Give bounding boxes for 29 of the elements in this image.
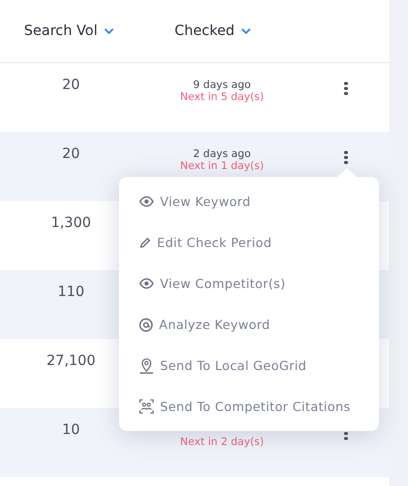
next-check: Next in 1 day(s) — [180, 160, 264, 172]
menu-item[interactable]: Analyze Keyword — [119, 304, 379, 345]
search-volume: 10 — [62, 422, 80, 438]
menu-item[interactable]: Edit Check Period — [119, 222, 379, 263]
eye-icon — [139, 278, 154, 289]
chevron-down-icon — [104, 28, 114, 34]
chevron-down-icon — [240, 28, 251, 34]
menu-item[interactable]: View Keyword — [119, 181, 379, 222]
more-options-icon[interactable] — [342, 149, 350, 166]
last-checked: 2 days ago — [193, 148, 251, 160]
menu-item[interactable]: Send To Competitor Citations — [119, 386, 379, 427]
search-volume: 20 — [62, 77, 80, 93]
menu-item[interactable]: View Competitor(s) — [119, 263, 379, 304]
map-pin-icon — [139, 357, 154, 374]
pencil-icon — [139, 236, 151, 248]
column-header[interactable]: Checked — [174, 23, 251, 39]
eye-icon — [139, 196, 154, 207]
next-check: Next in 2 day(s) — [180, 436, 264, 448]
search-volume: 1,300 — [50, 215, 92, 231]
at-sign-icon — [139, 318, 153, 332]
more-options-icon[interactable] — [342, 80, 350, 97]
column-header[interactable]: Search Vol — [24, 23, 114, 39]
menu-item[interactable]: Send To Local GeoGrid — [119, 345, 379, 386]
search-volume: 20 — [62, 146, 80, 162]
people-icon — [139, 399, 154, 414]
next-check: Next in 5 day(s) — [180, 91, 264, 103]
search-volume: 27,100 — [46, 353, 96, 369]
last-checked: 9 days ago — [193, 79, 251, 91]
search-volume: 110 — [58, 284, 84, 300]
